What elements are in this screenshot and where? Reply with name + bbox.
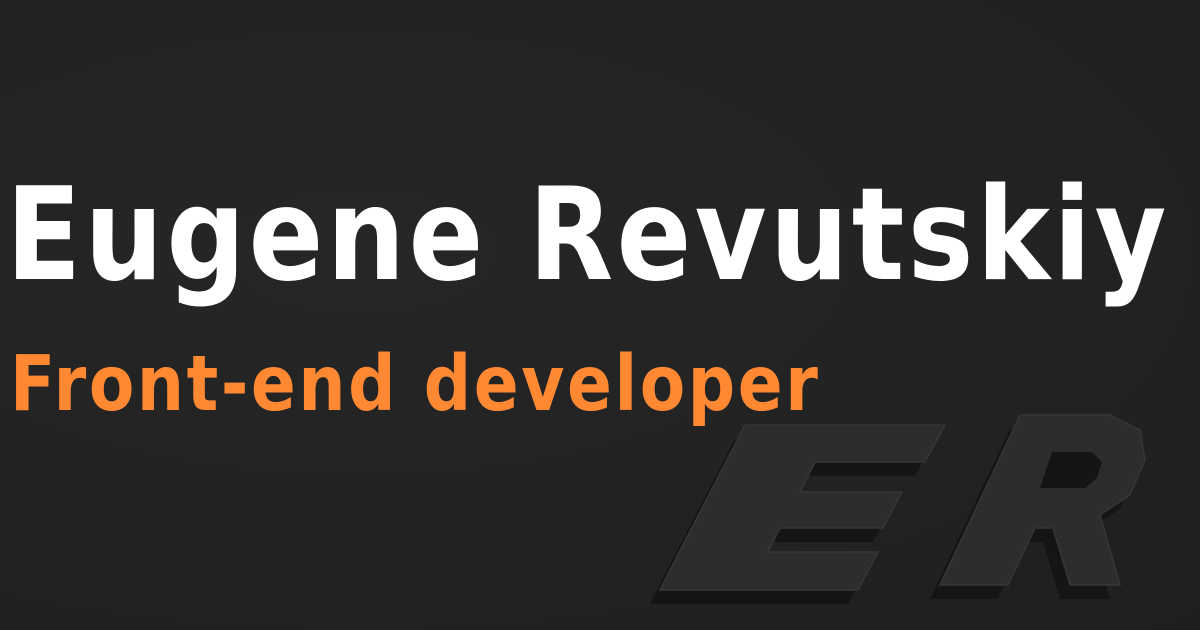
er-monogram-face [658, 414, 1146, 591]
job-title: Front-end developer [10, 340, 821, 429]
person-name: Eugene Revutskiy [6, 161, 1170, 310]
social-card: Eugene Revutskiy Front-end developer [0, 0, 1200, 630]
